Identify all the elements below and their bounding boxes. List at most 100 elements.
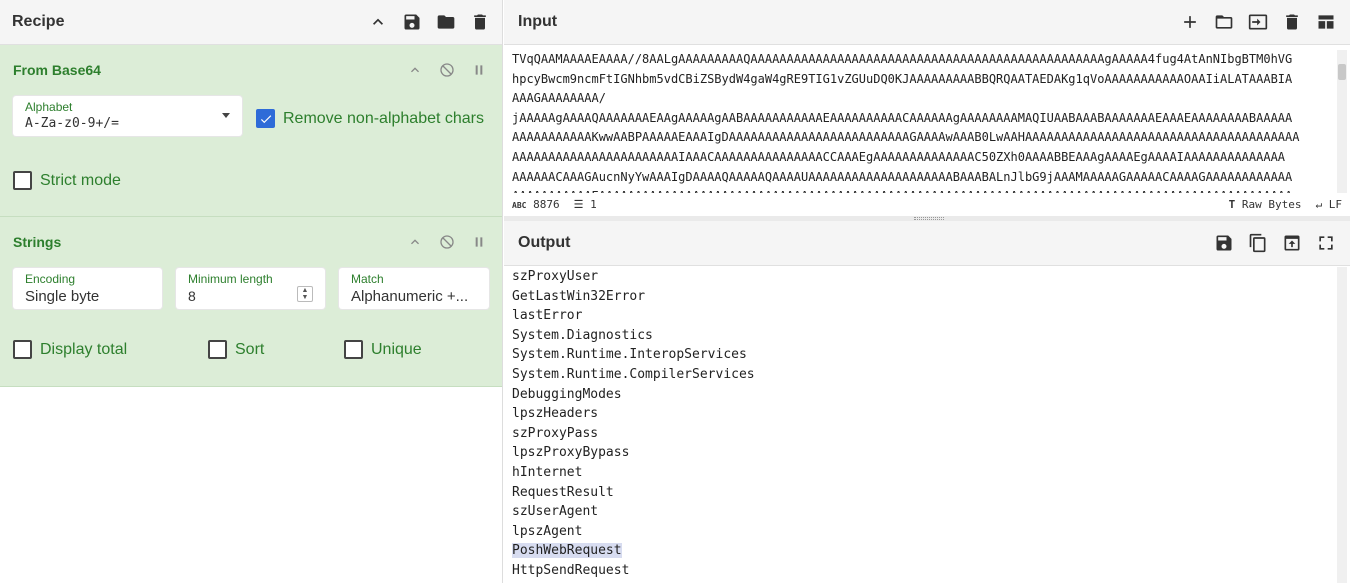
folder-icon[interactable]	[436, 12, 456, 32]
checkbox-unchecked-icon	[208, 340, 227, 359]
layout-icon[interactable]	[1316, 12, 1336, 32]
sort-checkbox[interactable]: Sort	[208, 340, 264, 359]
input-line: AAAGAAAAAAAA/	[512, 91, 606, 106]
alphabet-value: A-Za-z0-9+/=	[25, 116, 119, 131]
encoding-select[interactable]: Encoding Single byte	[13, 268, 162, 309]
operation-strings: Strings Encoding Single byte Minimum len…	[0, 217, 502, 387]
output-scrollbar[interactable]	[1337, 267, 1347, 583]
output-line-text: DebuggingModes	[512, 386, 622, 402]
input-scrollbar[interactable]	[1337, 50, 1347, 193]
unique-label: Unique	[371, 340, 422, 358]
maximise-icon[interactable]	[1316, 233, 1336, 253]
output-line: hInternet	[512, 463, 1312, 483]
match-value: Alphanumeric +...	[351, 288, 469, 305]
output-line: lpszProxyBypass	[512, 443, 1312, 463]
unique-checkbox[interactable]: Unique	[344, 340, 422, 359]
abc-icon: ABC	[512, 200, 527, 210]
strict-mode-checkbox[interactable]: Strict mode	[13, 171, 121, 190]
input-line: AAAAAAAAAAAKwwAABPAAAAAEAAAIgDAAAAAAAAAA…	[512, 130, 1300, 145]
operation-name: From Base64	[13, 62, 101, 78]
output-line: lpszAgent	[512, 522, 1312, 542]
output-toolbar	[1214, 233, 1336, 253]
recipe-pane: Recipe From Base64 Alphabet A-Za-z0-9+/=…	[0, 0, 503, 583]
output-line-text: System.Diagnostics	[512, 327, 653, 343]
output-line: RequestResult	[512, 483, 1312, 503]
disable-icon[interactable]	[437, 60, 457, 80]
stepper-icon[interactable]: ▲ ▼	[297, 286, 313, 302]
display-total-checkbox[interactable]: Display total	[13, 340, 127, 359]
status-left: ABC 8876 ☰ 1	[512, 198, 597, 211]
eol-label: LF	[1328, 197, 1342, 211]
input-line: AAAAAAAAAAAEAAAAAAAAAAAAAAAAAAAAAAAAAAAA…	[512, 187, 1332, 193]
input-header: Input	[504, 0, 1350, 45]
resize-grip-icon	[914, 217, 944, 220]
open-file-icon[interactable]	[1248, 12, 1268, 32]
output-line-text: lpszAgent	[512, 523, 583, 539]
chevron-up-icon[interactable]	[405, 232, 425, 252]
status-right: T Raw Bytes ↵ LF	[1229, 198, 1342, 211]
add-tab-icon[interactable]	[1180, 12, 1200, 32]
enter-arrow-icon: ↵	[1315, 197, 1323, 211]
disable-icon[interactable]	[437, 232, 457, 252]
input-line: AAAAAACAAAGAucnNyYwAAAIgDAAAAQAAAAAQAAAA…	[512, 169, 1293, 184]
output-line-text: lpszProxyBypass	[512, 445, 630, 461]
checkbox-unchecked-icon	[344, 340, 363, 359]
display-total-label: Display total	[40, 340, 128, 358]
eol-toggle[interactable]: ↵ LF	[1316, 198, 1343, 211]
output-line-text: hInternet	[512, 464, 583, 480]
trash-icon[interactable]	[470, 12, 490, 32]
raw-bytes-toggle[interactable]: T Raw Bytes	[1229, 198, 1302, 211]
output-line: HttpSendRequest	[512, 561, 1312, 581]
operation-controls	[405, 60, 489, 80]
output-line: szProxyUser	[512, 267, 1312, 287]
output-line: lpszHeaders	[512, 404, 1312, 424]
sort-label: Sort	[235, 340, 265, 358]
output-line-text: RequestResult	[512, 484, 614, 500]
pause-icon[interactable]	[469, 232, 489, 252]
operation-header: From Base64	[0, 45, 502, 95]
checkbox-unchecked-icon	[13, 171, 32, 190]
recipe-header: Recipe	[0, 0, 502, 45]
alphabet-select[interactable]: Alphabet A-Za-z0-9+/=	[13, 96, 242, 136]
copy-icon[interactable]	[1248, 233, 1268, 253]
chevron-up-icon[interactable]	[405, 60, 425, 80]
operation-controls	[405, 232, 489, 252]
output-line-text: PoshWebRequest	[512, 543, 622, 559]
output-line: System.Diagnostics	[512, 326, 1312, 346]
output-line: PoshWebRequest	[512, 541, 1312, 561]
save-recipe-icon[interactable]	[402, 12, 422, 32]
input-line: hpcyBwcm9ncmFtIGNhbm5vdCBiZSBydW4gaW4gRE…	[512, 71, 1293, 86]
input-toolbar	[1180, 12, 1336, 32]
clear-input-icon[interactable]	[1282, 12, 1302, 32]
output-header: Output	[504, 221, 1350, 266]
output-line: GetLastWin32Error	[512, 287, 1312, 307]
input-textarea[interactable]: TVqQAAMAAAAEAAAA//8AALgAAAAAAAAAQAAAAAAA…	[512, 50, 1332, 193]
pause-icon[interactable]	[469, 60, 489, 80]
output-line-text: HttpSendRequest	[512, 562, 630, 578]
match-select[interactable]: Match Alphanumeric +...	[339, 268, 489, 309]
output-pane: Output szProxyUser GetLastWin32Error lastE…	[504, 221, 1350, 583]
replace-input-icon[interactable]	[1282, 233, 1302, 253]
recipe-toolbar	[368, 12, 490, 32]
input-line: jAAAAAgAAAAQAAAAAAAEAAgAAAAAgAABAAAAAAAA…	[512, 110, 1293, 125]
recipe-title: Recipe	[12, 13, 65, 30]
lines-icon: ☰	[573, 197, 584, 211]
scroll-thumb[interactable]	[1338, 64, 1346, 80]
output-line-text: System.Runtime.InteropServices	[512, 347, 747, 363]
minimum-length-input[interactable]: Minimum length 8 ▲ ▼	[176, 268, 325, 309]
input-line: AAAAAAAAAAAAAAAAAAAAAAAIAAACAAAAAAAAAAAA…	[512, 149, 1286, 164]
output-line-text: szProxyPass	[512, 425, 599, 441]
output-line: lastError	[512, 306, 1312, 326]
alphabet-label: Alphabet	[25, 100, 73, 114]
output-text[interactable]: szProxyUser GetLastWin32Error lastError Sys…	[512, 267, 1312, 581]
open-folder-icon[interactable]	[1214, 12, 1234, 32]
chevron-up-icon[interactable]	[368, 12, 388, 32]
strict-mode-label: Strict mode	[40, 171, 121, 189]
remove-non-alphabet-label: Remove non-alphabet chars	[283, 109, 485, 127]
char-count: ABC 8876	[512, 198, 560, 211]
save-output-icon[interactable]	[1214, 233, 1234, 253]
remove-non-alphabet-checkbox[interactable]: Remove non-alphabet chars	[256, 109, 484, 128]
output-title: Output	[518, 234, 571, 251]
output-line-text: lastError	[512, 308, 583, 324]
output-line-text: lpszHeaders	[512, 406, 599, 422]
